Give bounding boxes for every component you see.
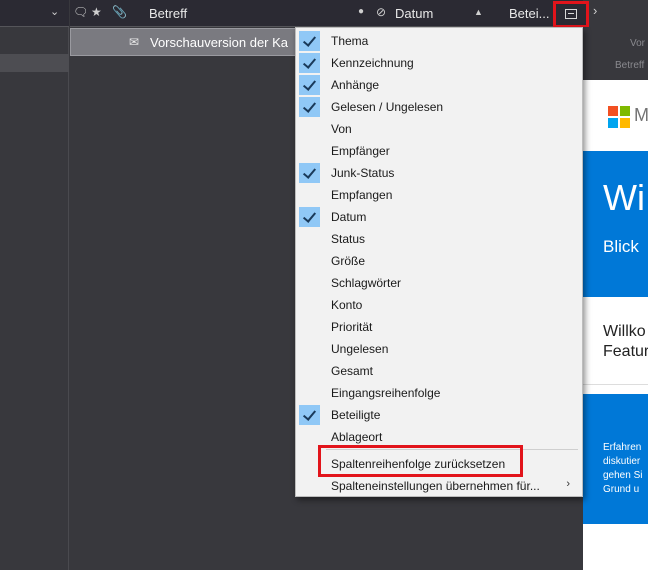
thread-column-header: 🗨 ★ 📎 Betreff ● ⊘ Datum ▲ Betei... [70, 0, 583, 27]
column-header-participants[interactable]: Betei... [509, 6, 549, 21]
checkmark-icon [299, 53, 320, 73]
welcome-text: Willko Featur [603, 322, 648, 362]
menu-item-column-toggle[interactable]: Ungelesen [296, 338, 582, 360]
menu-item-label: Größe [331, 254, 366, 268]
menu-item-column-toggle[interactable]: Konto [296, 294, 582, 316]
menu-item-label: Empfänger [331, 144, 390, 158]
menu-item-column-toggle[interactable]: Status [296, 228, 582, 250]
preview-meta: Vor Betreff [583, 27, 648, 80]
column-header-subject[interactable]: Betreff [149, 6, 187, 21]
menu-item-label: Gelesen / Ungelesen [331, 100, 444, 114]
chevron-down-icon[interactable]: ⌄ [50, 5, 59, 18]
menu-item-label: Thema [331, 34, 369, 48]
thread-icon[interactable]: 🗨 [73, 5, 88, 19]
red-highlight-box [318, 445, 523, 477]
menu-item-label: Anhänge [331, 78, 380, 92]
menu-item-column-toggle[interactable]: Priorität [296, 316, 582, 338]
hero-subtitle: Blick [603, 237, 639, 256]
sort-ascending-icon: ▲ [474, 7, 483, 17]
menu-item-label: Status [331, 232, 366, 246]
checkmark-icon [299, 163, 320, 183]
welcome-line: Willko [603, 323, 646, 340]
hero-banner: Wi Blick [583, 151, 648, 297]
hero-title: Wi [603, 177, 645, 218]
info-banner: Erfahren diskutier gehen Si Grund u [583, 394, 648, 524]
message-row-selected[interactable]: ✉ Vorschauversion der Ka [70, 28, 296, 56]
menu-item-label: Von [331, 122, 352, 136]
attachment-icon[interactable]: 📎 [112, 5, 127, 19]
menu-item-label: Eingangsreihenfolge [331, 386, 441, 400]
menu-item-label: Priorität [331, 320, 373, 334]
info-line: Grund u [603, 484, 640, 495]
menu-item-label: Gesamt [331, 364, 374, 378]
message-preview-pane: Vor Betreff M Wi Blick Willko Featur Erf… [583, 27, 648, 570]
menu-item-label: Kennzeichnung [331, 56, 414, 70]
read-status-icon[interactable]: ● [358, 6, 364, 17]
menu-item-label: Datum [331, 210, 367, 224]
envelope-open-icon: ✉ [129, 35, 140, 49]
column-picker-icon [565, 9, 577, 19]
menu-item-column-toggle[interactable]: Empfänger [296, 140, 582, 162]
menu-item-label: Ablageort [331, 430, 383, 444]
menu-item-label: Beteiligte [331, 408, 381, 422]
checkmark-icon [299, 75, 320, 95]
preview-subject-label: Betreff [615, 60, 645, 71]
menu-item-column-toggle[interactable]: Gelesen / Ungelesen [296, 96, 582, 118]
menu-item-column-toggle[interactable]: Thema [296, 30, 582, 52]
microsoft-logo-icon [608, 106, 630, 128]
folder-pane-header: ⌄ [0, 0, 69, 27]
menu-item-label: Junk-Status [331, 166, 395, 180]
menu-item-label: Empfangen [331, 188, 393, 202]
menu-item-column-toggle[interactable]: Kennzeichnung [296, 52, 582, 74]
menu-item-label: Konto [331, 298, 363, 312]
message-subject: Vorschauversion der Ka [150, 35, 289, 50]
menu-item-column-toggle[interactable]: Eingangsreihenfolge [296, 382, 582, 404]
divider [583, 384, 648, 385]
menu-item-label: Spalteneinstellungen übernehmen für... [331, 479, 540, 493]
info-line: diskutier [603, 456, 641, 467]
checkmark-icon [299, 31, 320, 51]
menu-item-label: Schlagwörter [331, 276, 402, 290]
checkmark-icon [299, 97, 320, 117]
menu-item-column-toggle[interactable]: Schlagwörter [296, 272, 582, 294]
menu-item-column-toggle[interactable]: Datum [296, 206, 582, 228]
menu-item-column-toggle[interactable]: Von [296, 118, 582, 140]
welcome-line: Featur [603, 343, 648, 360]
column-picker-button[interactable] [553, 1, 589, 28]
info-line: Erfahren [603, 442, 642, 453]
column-header-date[interactable]: Datum [395, 6, 433, 21]
selected-folder-row[interactable] [0, 54, 69, 72]
brand-text: M [634, 105, 648, 125]
column-chooser-menu: Thema Kennzeichnung Anhänge Gelesen / Ungel… [295, 27, 583, 497]
chevron-right-icon[interactable]: › [593, 3, 597, 18]
info-line: gehen Si [603, 470, 643, 481]
menu-item-column-toggle[interactable]: Größe [296, 250, 582, 272]
menu-item-column-toggle[interactable]: Anhänge [296, 74, 582, 96]
chevron-right-icon: › [566, 478, 570, 490]
star-icon[interactable]: ★ [91, 5, 102, 19]
menu-item-column-toggle[interactable]: Junk-Status [296, 162, 582, 184]
menu-item-apply-column-settings[interactable]: Spalteneinstellungen übernehmen für... › [296, 475, 582, 497]
menu-item-column-toggle[interactable]: Empfangen [296, 184, 582, 206]
checkmark-icon [299, 405, 320, 425]
checkmark-icon [299, 207, 320, 227]
folder-pane: ⌄ [0, 0, 69, 570]
menu-item-column-toggle[interactable]: Gesamt [296, 360, 582, 382]
menu-item-column-toggle[interactable]: Beteiligte [296, 404, 582, 426]
preview-from-label: Vor [630, 38, 646, 49]
junk-icon[interactable]: ⊘ [376, 5, 386, 19]
menu-item-label: Ungelesen [331, 342, 389, 356]
